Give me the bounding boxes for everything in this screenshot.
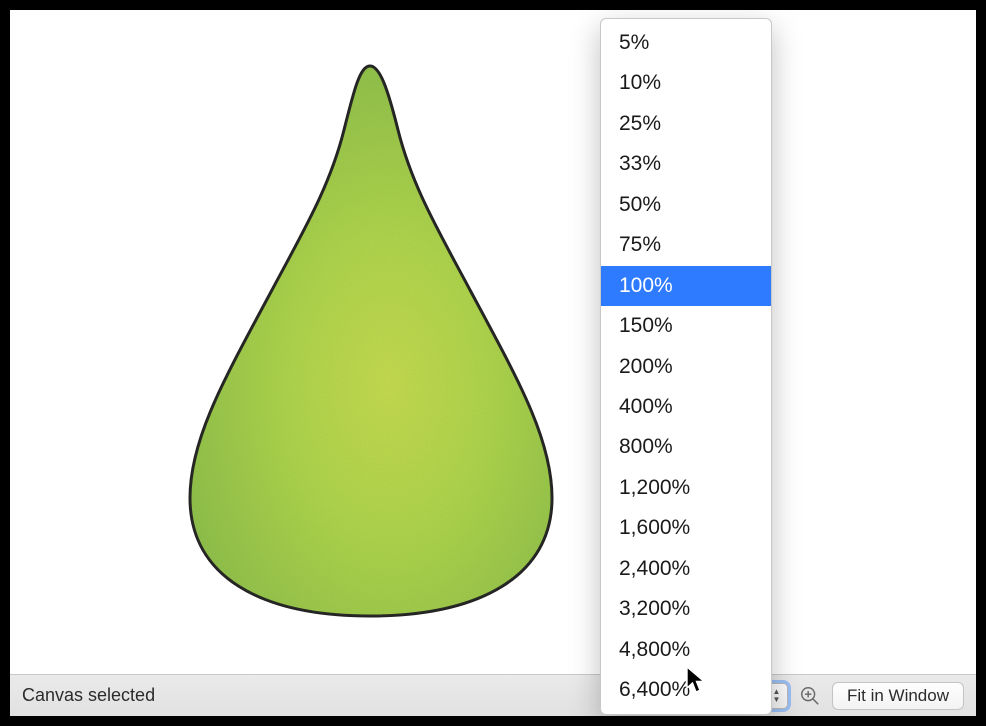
zoom-option[interactable]: 33% (601, 144, 771, 184)
zoom-option[interactable]: 800% (601, 427, 771, 467)
canvas-area[interactable] (10, 10, 976, 674)
zoom-option[interactable]: 75% (601, 225, 771, 265)
zoom-in-icon[interactable] (796, 682, 824, 710)
status-bar: Canvas selected ▲ ▼ Fit in Window (10, 674, 976, 716)
zoom-option[interactable]: 200% (601, 347, 771, 387)
zoom-dropdown-menu[interactable]: 5%10%25%33%50%75%100%150%200%400%800%1,2… (600, 18, 772, 715)
zoom-option[interactable]: 1,600% (601, 508, 771, 548)
zoom-option[interactable]: 25% (601, 104, 771, 144)
chevron-down-icon: ▼ (773, 696, 781, 704)
zoom-option[interactable]: 100% (601, 266, 771, 306)
status-text: Canvas selected (22, 685, 648, 706)
zoom-option[interactable]: 400% (601, 387, 771, 427)
zoom-option[interactable]: 1,200% (601, 468, 771, 508)
app-window: Canvas selected ▲ ▼ Fit in Window (10, 10, 976, 716)
pear-illustration (180, 60, 560, 620)
zoom-option[interactable]: 50% (601, 185, 771, 225)
zoom-option[interactable]: 5% (601, 23, 771, 63)
zoom-option[interactable]: 10% (601, 63, 771, 103)
zoom-option[interactable]: 4,800% (601, 630, 771, 670)
zoom-option[interactable]: 2,400% (601, 549, 771, 589)
zoom-option[interactable]: 6,400% (601, 670, 771, 710)
zoom-option[interactable]: 150% (601, 306, 771, 346)
fit-in-window-button[interactable]: Fit in Window (832, 682, 964, 710)
zoom-option[interactable]: 3,200% (601, 589, 771, 629)
